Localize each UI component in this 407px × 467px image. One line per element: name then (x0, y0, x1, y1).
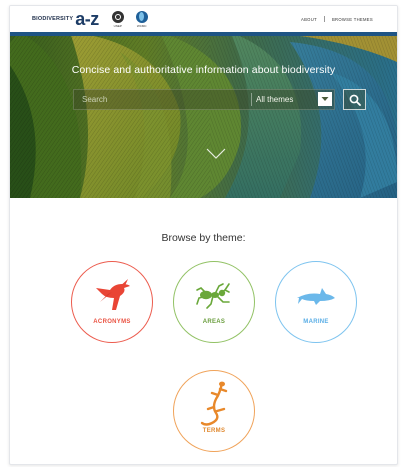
wcmc-logo-label: WCMC (136, 23, 147, 28)
nav-about-link[interactable]: ABOUT (301, 17, 317, 22)
hummingbird-icon (96, 279, 130, 310)
theme-areas[interactable]: AREAS (173, 261, 255, 343)
theme-marine-label: MARINE (303, 319, 329, 325)
unep-logo[interactable]: UNEP (106, 10, 130, 28)
theme-select[interactable]: All themes (256, 90, 334, 109)
site-header: BIODIVERSITY a-z UNEP WCMC ABOUT BROWSE … (10, 6, 397, 32)
hero-overlay (10, 32, 397, 198)
nav-browse-themes-link[interactable]: BROWSE THEMES (332, 17, 373, 22)
search-input[interactable] (74, 90, 254, 109)
brand-word: BIODIVERSITY (32, 16, 74, 22)
site-logo[interactable]: BIODIVERSITY a-z UNEP WCMC (32, 9, 154, 29)
shark-icon (297, 288, 335, 305)
search-divider (251, 93, 252, 106)
browse-heading: Browse by theme: (161, 232, 246, 244)
lizard-icon (200, 381, 228, 426)
theme-terms[interactable]: TERMS (173, 370, 255, 452)
brand-az: a-z (75, 9, 99, 29)
search-button[interactable] (343, 89, 366, 110)
top-nav: ABOUT BROWSE THEMES (301, 16, 373, 22)
page-frame: BIODIVERSITY a-z UNEP WCMC ABOUT BROWSE … (9, 5, 398, 465)
scroll-down-chevron-icon[interactable] (206, 148, 226, 160)
search-bar: All themes (73, 89, 335, 110)
hero-title: Concise and authoritative information ab… (71, 64, 336, 76)
hero-banner: Concise and authoritative information ab… (10, 32, 397, 198)
theme-acronyms-label: ACRONYMS (93, 319, 131, 325)
unep-logo-icon (111, 10, 124, 23)
theme-marine[interactable]: MARINE (275, 261, 357, 343)
unep-logo-label: UNEP (113, 23, 122, 28)
wcmc-logo-icon (135, 10, 148, 23)
ant-icon (196, 283, 230, 309)
partner-logos: UNEP WCMC (106, 10, 154, 28)
wcmc-logo[interactable]: WCMC (130, 10, 154, 28)
chevron-down-icon (318, 92, 332, 106)
theme-select-value: All themes (256, 95, 294, 104)
search-icon (349, 94, 361, 106)
theme-acronyms[interactable]: ACRONYMS (71, 261, 153, 343)
hero-top-bar (10, 32, 397, 36)
theme-areas-label: AREAS (202, 319, 226, 325)
theme-terms-label: TERMS (202, 428, 226, 434)
nav-divider (323, 16, 325, 22)
